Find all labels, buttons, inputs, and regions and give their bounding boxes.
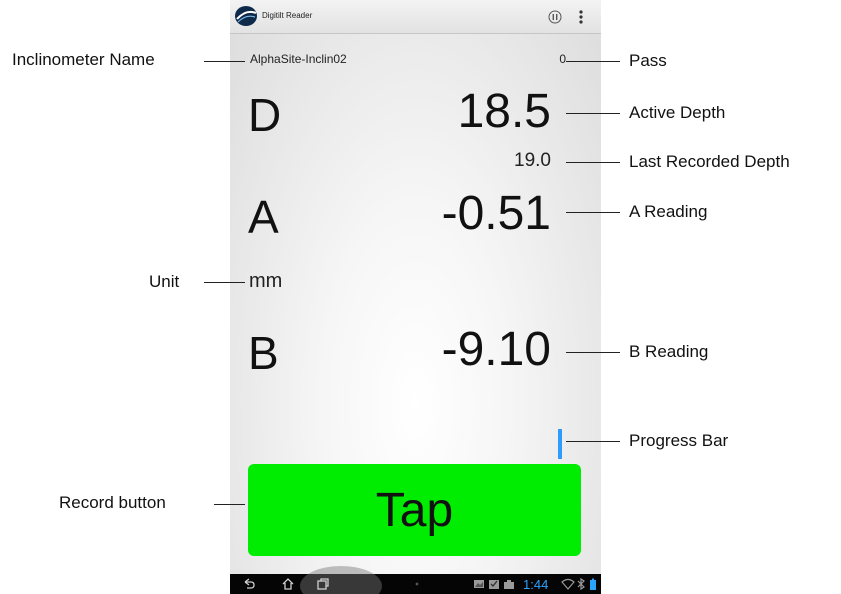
leader-active-depth <box>566 113 620 114</box>
callout-b-reading: B Reading <box>629 342 709 361</box>
callout-unit: Unit <box>149 272 180 291</box>
callout-last-recorded-depth: Last Recorded Depth <box>629 152 790 171</box>
checkbox-icon <box>489 580 499 589</box>
a-label: A <box>248 191 279 243</box>
inclinometer-name: AlphaSite-Inclin02 <box>250 52 347 66</box>
depth-label: D <box>248 89 282 141</box>
briefcase-icon <box>504 580 514 589</box>
a-reading-value: -0.51 <box>441 187 551 240</box>
leader-record-button <box>214 504 245 505</box>
app-logo-icon <box>235 6 257 26</box>
active-depth-value: 18.5 <box>457 85 551 138</box>
leader-last-recorded-depth <box>566 162 620 163</box>
record-button[interactable]: Tap <box>248 464 581 556</box>
leader-progress-bar <box>566 441 620 442</box>
menu-dot-icon <box>415 582 419 586</box>
b-label: B <box>248 327 279 379</box>
status-clock: 1:44 <box>523 577 549 592</box>
system-nav-bar: 1:44 <box>230 566 601 594</box>
wifi-icon <box>561 578 575 590</box>
pass-number: 0 <box>559 52 566 66</box>
home-icon[interactable] <box>281 577 295 591</box>
app-title: Digitilt Reader <box>262 11 313 20</box>
leader-b-reading <box>566 352 620 353</box>
callout-a-reading: A Reading <box>629 202 708 221</box>
callout-pass: Pass <box>629 51 667 70</box>
progress-bar-fill <box>558 429 562 459</box>
leader-pass <box>566 61 620 62</box>
unit-label: mm <box>249 270 283 292</box>
callout-inclinometer-name: Inclinometer Name <box>12 50 155 69</box>
battery-icon <box>590 578 596 590</box>
progress-bar <box>558 429 562 459</box>
gallery-icon <box>474 580 484 588</box>
last-recorded-depth: 19.0 <box>514 150 551 171</box>
nav-highlight <box>300 566 382 594</box>
recent-apps-icon[interactable] <box>316 577 330 591</box>
callout-active-depth: Active Depth <box>629 103 726 122</box>
callout-record-button: Record button <box>59 493 166 512</box>
overflow-menu-icon[interactable] <box>578 9 584 25</box>
back-icon[interactable] <box>242 577 256 591</box>
leader-unit <box>204 282 245 283</box>
callout-progress-bar: Progress Bar <box>629 431 729 450</box>
pause-icon[interactable] <box>548 10 562 24</box>
b-reading-value: -9.10 <box>441 323 551 376</box>
app-screen: Digitilt Reader AlphaSite-Inclin02 0 D 1… <box>230 0 601 594</box>
leader-inclinometer-name <box>204 61 245 62</box>
action-bar: Digitilt Reader <box>230 0 601 34</box>
leader-a-reading <box>566 212 620 213</box>
